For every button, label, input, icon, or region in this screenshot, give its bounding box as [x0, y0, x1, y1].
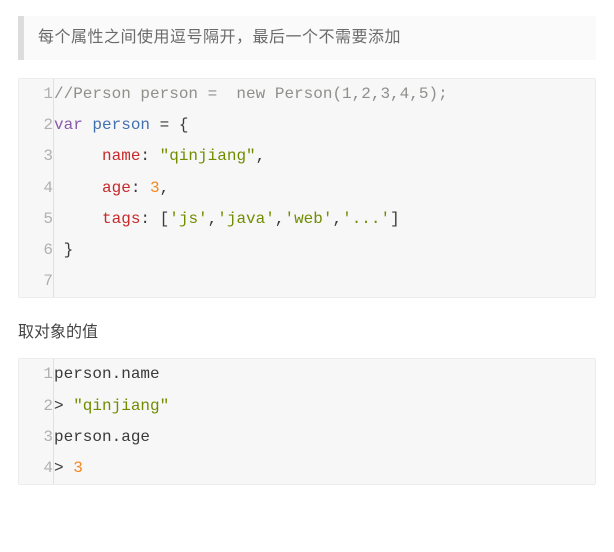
code-token: ,: [160, 179, 170, 197]
code-token: [54, 210, 102, 228]
code-token: 3: [73, 459, 83, 477]
line-number: 3: [19, 422, 54, 453]
line-number: 2: [19, 110, 54, 141]
line-number: 2: [19, 391, 54, 422]
code-token: = {: [150, 116, 188, 134]
code-content: tags: ['js','java','web','...']: [54, 204, 596, 235]
code-token: tags: [102, 210, 140, 228]
section-heading: 取对象的值: [18, 318, 596, 342]
code-body: 1person.name2> "qinjiang"3person.age4> 3: [19, 359, 595, 484]
code-token: name: [102, 147, 140, 165]
blockquote: 每个属性之间使用逗号隔开，最后一个不需要添加: [18, 16, 596, 60]
code-token: :: [140, 147, 159, 165]
code-token: :: [131, 179, 150, 197]
code-content: person.age: [54, 422, 596, 453]
code-token: ]: [390, 210, 400, 228]
code-token: person.name: [54, 365, 160, 383]
code-line: 4 age: 3,: [19, 173, 595, 204]
code-token: age: [102, 179, 131, 197]
code-token: "qinjiang": [73, 397, 169, 415]
code-content: > "qinjiang": [54, 391, 596, 422]
code-block-1: 1//Person person = new Person(1,2,3,4,5)…: [18, 78, 596, 298]
code-line: 2> "qinjiang": [19, 391, 595, 422]
code-token: ,: [332, 210, 342, 228]
code-line: 3person.age: [19, 422, 595, 453]
code-line: 6 }: [19, 235, 595, 266]
line-number: 6: [19, 235, 54, 266]
code-token: 3: [150, 179, 160, 197]
code-token: >: [54, 397, 73, 415]
code-content: person.name: [54, 359, 596, 390]
code-line: 2var person = {: [19, 110, 595, 141]
line-number: 4: [19, 173, 54, 204]
code-token: 'web': [284, 210, 332, 228]
code-token: ,: [256, 147, 266, 165]
code-token: [83, 116, 93, 134]
line-number: 3: [19, 141, 54, 172]
code-token: }: [54, 241, 73, 259]
line-number: 7: [19, 266, 54, 297]
code-token: "qinjiang": [160, 147, 256, 165]
code-line: 5 tags: ['js','java','web','...']: [19, 204, 595, 235]
code-token: [54, 179, 102, 197]
code-content: name: "qinjiang",: [54, 141, 596, 172]
code-token: person.age: [54, 428, 150, 446]
code-content: //Person person = new Person(1,2,3,4,5);: [54, 79, 596, 110]
line-number: 4: [19, 453, 54, 484]
code-token: ,: [208, 210, 218, 228]
code-token: var: [54, 116, 83, 134]
code-token: //Person person = new Person(1,2,3,4,5);: [54, 85, 448, 103]
code-line: 7: [19, 266, 595, 297]
code-table: 1//Person person = new Person(1,2,3,4,5)…: [19, 79, 595, 297]
code-content: var person = {: [54, 110, 596, 141]
code-token: 'js': [169, 210, 207, 228]
code-token: '...': [342, 210, 390, 228]
code-content: age: 3,: [54, 173, 596, 204]
code-line: 3 name: "qinjiang",: [19, 141, 595, 172]
blockquote-text: 每个属性之间使用逗号隔开，最后一个不需要添加: [38, 29, 401, 46]
code-table: 1person.name2> "qinjiang"3person.age4> 3: [19, 359, 595, 484]
code-content: [54, 266, 596, 297]
code-line: 1person.name: [19, 359, 595, 390]
line-number: 1: [19, 359, 54, 390]
code-line: 4> 3: [19, 453, 595, 484]
line-number: 1: [19, 79, 54, 110]
code-body: 1//Person person = new Person(1,2,3,4,5)…: [19, 79, 595, 297]
code-token: >: [54, 459, 73, 477]
code-token: 'java': [217, 210, 275, 228]
document-page: 每个属性之间使用逗号隔开，最后一个不需要添加 1//Person person …: [0, 0, 614, 527]
code-content: }: [54, 235, 596, 266]
code-token: [54, 147, 102, 165]
code-block-2: 1person.name2> "qinjiang"3person.age4> 3: [18, 358, 596, 485]
code-line: 1//Person person = new Person(1,2,3,4,5)…: [19, 79, 595, 110]
line-number: 5: [19, 204, 54, 235]
code-token: person: [92, 116, 150, 134]
code-content: > 3: [54, 453, 596, 484]
code-token: : [: [140, 210, 169, 228]
